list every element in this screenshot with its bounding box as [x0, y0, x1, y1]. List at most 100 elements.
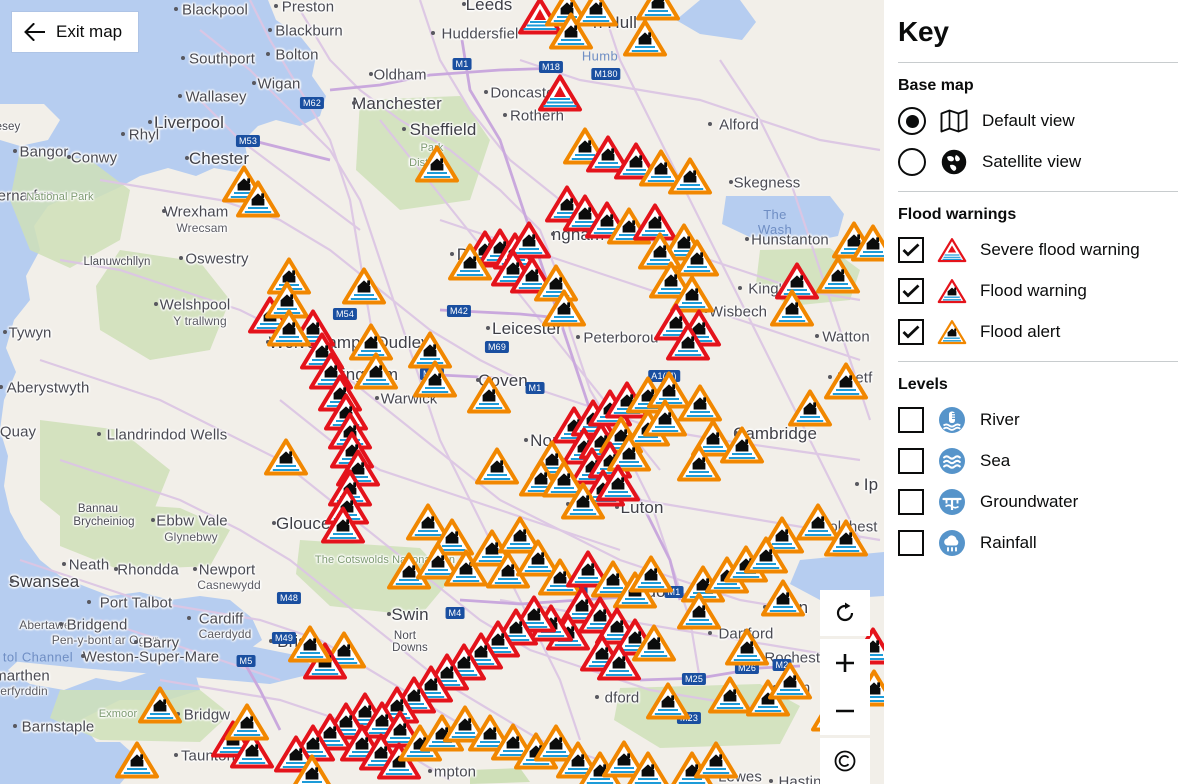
- flood-marker-warning[interactable]: [327, 468, 373, 508]
- flood-marker-alert[interactable]: [638, 148, 684, 188]
- flood-marker-warning[interactable]: [391, 675, 437, 715]
- flood-marker-warning[interactable]: [490, 248, 536, 288]
- copyright-button[interactable]: [820, 738, 870, 784]
- filter-rainfall[interactable]: Rainfall: [898, 528, 1178, 558]
- flood-marker-alert[interactable]: [637, 231, 683, 271]
- flood-marker-alert[interactable]: [289, 753, 335, 784]
- flood-marker-warning[interactable]: [308, 351, 354, 391]
- flood-marker-warning[interactable]: [307, 712, 353, 752]
- checkbox-flood-alert[interactable]: [898, 319, 924, 345]
- flood-marker-alert[interactable]: [723, 544, 769, 584]
- flood-marker-alert[interactable]: [467, 713, 513, 753]
- flood-marker-alert[interactable]: [661, 222, 707, 262]
- flood-marker-warning[interactable]: [408, 664, 454, 704]
- flood-marker-warning[interactable]: [578, 421, 624, 461]
- flood-marker-alert[interactable]: [555, 740, 601, 780]
- flood-marker-alert[interactable]: [693, 740, 739, 780]
- flood-marker-alert[interactable]: [743, 535, 789, 575]
- flood-marker-alert[interactable]: [529, 439, 575, 479]
- flood-marker-warning[interactable]: [290, 723, 336, 763]
- flood-marker-warning[interactable]: [377, 709, 423, 749]
- flood-marker-warning[interactable]: [299, 331, 345, 371]
- map-markers-layer[interactable]: [0, 0, 884, 784]
- flood-marker-warning[interactable]: [247, 295, 293, 335]
- flood-marker-alert[interactable]: [407, 330, 453, 370]
- checkbox-severe-flood-warning[interactable]: [898, 237, 924, 263]
- flood-marker-warning[interactable]: [604, 380, 650, 420]
- flood-marker-severe[interactable]: [517, 0, 563, 36]
- flood-marker-alert[interactable]: [850, 223, 884, 263]
- flood-marker-alert[interactable]: [264, 280, 310, 320]
- flood-marker-alert[interactable]: [759, 515, 805, 555]
- flood-marker-warning[interactable]: [577, 595, 623, 635]
- flood-marker-warning[interactable]: [376, 741, 422, 781]
- filter-groundwater-level[interactable]: Groundwater: [898, 487, 1178, 517]
- flood-marker-alert[interactable]: [266, 308, 312, 348]
- flood-marker-warning[interactable]: [562, 193, 608, 233]
- zoom-in-button[interactable]: [820, 639, 870, 687]
- flood-marker-alert[interactable]: [235, 179, 281, 219]
- flood-marker-warning[interactable]: [594, 606, 640, 646]
- flood-marker-alert[interactable]: [263, 437, 309, 477]
- flood-marker-warning[interactable]: [335, 448, 381, 488]
- flood-marker-warning[interactable]: [632, 202, 678, 242]
- flood-marker-alert[interactable]: [642, 398, 688, 438]
- flood-marker-alert[interactable]: [631, 623, 677, 663]
- flood-marker-alert[interactable]: [669, 274, 715, 314]
- flood-marker-warning[interactable]: [774, 261, 820, 301]
- flood-marker-alert[interactable]: [533, 723, 579, 763]
- flood-marker-warning[interactable]: [324, 486, 370, 526]
- flood-marker-alert[interactable]: [429, 517, 475, 557]
- flood-marker-warning[interactable]: [323, 701, 369, 741]
- flood-marker-warning[interactable]: [327, 411, 373, 451]
- radio-default-view[interactable]: [898, 107, 926, 135]
- flood-marker-alert[interactable]: [823, 518, 869, 558]
- flood-marker-alert[interactable]: [114, 740, 160, 780]
- flood-marker-alert[interactable]: [415, 541, 461, 581]
- flood-marker-alert[interactable]: [518, 458, 564, 498]
- flood-marker-alert[interactable]: [541, 459, 587, 499]
- flood-marker-alert[interactable]: [548, 11, 594, 51]
- radio-satellite-view[interactable]: [898, 148, 926, 176]
- flood-marker-alert[interactable]: [560, 481, 606, 521]
- map-canvas[interactable]: The WashHumbtol ChannelBlackpoolPrestonB…: [0, 0, 884, 784]
- flood-marker-alert[interactable]: [646, 370, 692, 410]
- flood-marker-alert[interactable]: [573, 0, 619, 28]
- flood-marker-alert[interactable]: [321, 630, 367, 670]
- flood-marker-alert[interactable]: [676, 443, 722, 483]
- flood-marker-warning[interactable]: [358, 732, 404, 772]
- flood-marker-warning[interactable]: [329, 430, 375, 470]
- flood-marker-alert[interactable]: [815, 255, 861, 295]
- flood-marker-alert[interactable]: [266, 256, 312, 296]
- flood-marker-warning[interactable]: [441, 642, 487, 682]
- flood-marker-alert[interactable]: [707, 675, 753, 715]
- flood-marker-alert[interactable]: [447, 242, 493, 282]
- flood-marker-alert[interactable]: [533, 263, 579, 303]
- flood-marker-alert[interactable]: [466, 375, 512, 415]
- flood-marker-warning[interactable]: [506, 220, 552, 260]
- flood-marker-alert[interactable]: [590, 559, 636, 599]
- flood-marker-alert[interactable]: [541, 288, 587, 328]
- flood-marker-warning[interactable]: [462, 229, 508, 269]
- flood-marker-alert[interactable]: [769, 288, 815, 328]
- flood-marker-warning[interactable]: [320, 505, 366, 545]
- flood-marker-alert[interactable]: [348, 322, 394, 362]
- flood-marker-warning[interactable]: [210, 719, 256, 759]
- exit-map-button[interactable]: Exit map: [12, 12, 138, 52]
- flood-marker-alert[interactable]: [704, 555, 750, 595]
- flood-marker-alert[interactable]: [414, 144, 460, 184]
- flood-marker-alert[interactable]: [544, 0, 590, 28]
- flood-marker-warning[interactable]: [545, 612, 591, 652]
- flood-marker-alert[interactable]: [386, 551, 432, 591]
- flood-marker-warning[interactable]: [359, 700, 405, 740]
- filter-flood-alert[interactable]: Flood alert: [898, 317, 1178, 347]
- flood-marker-alert[interactable]: [405, 502, 451, 542]
- flood-marker-alert[interactable]: [612, 570, 658, 610]
- flood-marker-alert[interactable]: [224, 702, 270, 742]
- flood-marker-warning[interactable]: [561, 426, 607, 466]
- checkbox-rainfall[interactable]: [898, 530, 924, 556]
- flood-marker-alert[interactable]: [669, 750, 715, 784]
- flood-marker-alert[interactable]: [606, 206, 652, 246]
- flood-marker-alert[interactable]: [221, 164, 267, 204]
- flood-marker-alert[interactable]: [515, 538, 561, 578]
